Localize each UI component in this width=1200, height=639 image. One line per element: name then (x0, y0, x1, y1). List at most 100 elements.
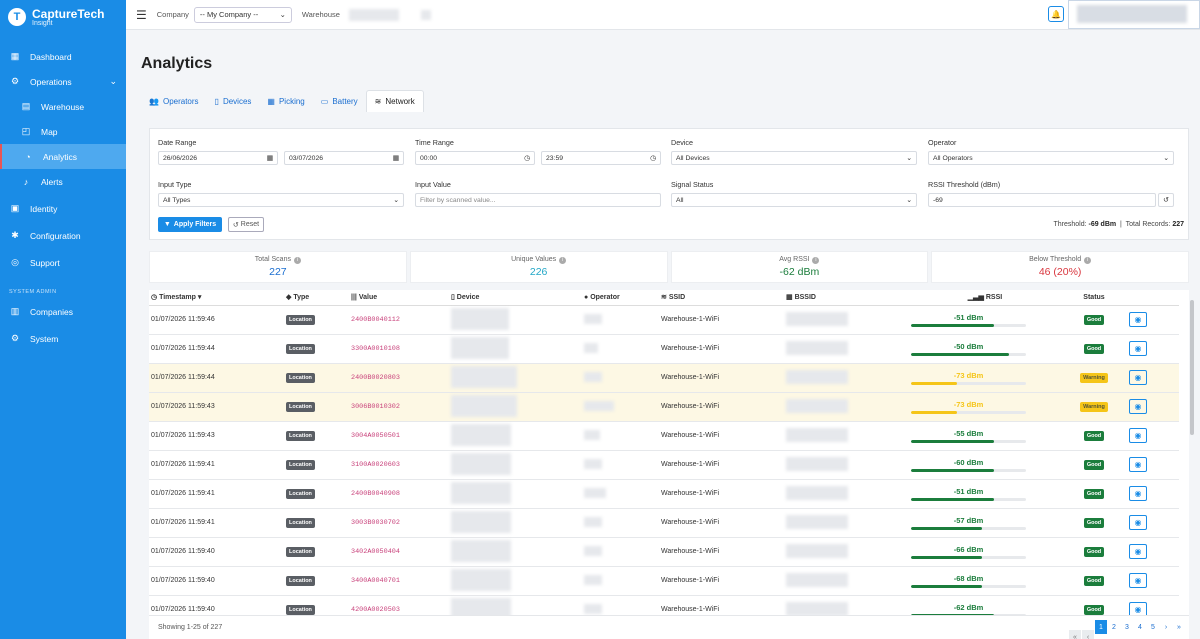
sidebar-item-alerts[interactable]: ♪ Alerts (0, 169, 126, 194)
date-from-input[interactable]: 26/06/2026 ▦ (158, 151, 278, 165)
view-details-button[interactable]: ◉ (1129, 399, 1147, 414)
rssi-bar-fill (911, 526, 983, 530)
cell-rssi: -51 dBm (909, 305, 1059, 335)
cell-status: Good (1059, 421, 1127, 451)
table-row: 01/07/2026 11:59:44 Location 3300A0010108 W… (149, 334, 1179, 364)
cell-value: 3300A0010108 (349, 334, 449, 364)
last-page-icon[interactable]: » (1173, 620, 1185, 634)
view-details-button[interactable]: ◉ (1129, 312, 1147, 327)
cell-timestamp: 01/07/2026 11:59:41 (149, 450, 284, 480)
view-details-button[interactable]: ◉ (1129, 544, 1147, 559)
view-details-button[interactable]: ◉ (1129, 515, 1147, 530)
info-icon[interactable]: i (293, 257, 301, 264)
sidebar-item-configuration[interactable]: ✱ Configuration (0, 223, 126, 248)
rssi-meter: -50 dBm (911, 342, 1026, 356)
view-details-button[interactable]: ◉ (1129, 486, 1147, 501)
brand[interactable]: T CaptureTech Insight (0, 0, 126, 34)
sidebar-item-analytics[interactable]: ◔ Analytics (0, 144, 126, 169)
cell-actions: ◉ (1127, 363, 1179, 393)
rssi-meter: -51 dBm (911, 487, 1026, 501)
tab-devices[interactable]: ▯ Devices (207, 90, 260, 112)
cell-rssi: -73 dBm (909, 363, 1059, 393)
info-icon[interactable]: i (812, 257, 820, 264)
view-details-button[interactable]: ◉ (1129, 457, 1147, 472)
input-value-field[interactable]: Filter by scanned value... (415, 193, 661, 207)
rssi-threshold-input[interactable]: -69 (928, 193, 1156, 207)
reset-button[interactable]: ↺ Reset (228, 217, 264, 232)
rssi-bar-fill (911, 323, 994, 327)
menu-icon[interactable]: ☰ (136, 8, 147, 22)
next-page-icon[interactable]: › (1160, 620, 1172, 634)
eye-icon: ◉ (1134, 576, 1142, 585)
view-details-button[interactable]: ◉ (1129, 341, 1147, 356)
sidebar-item-label: Support (30, 257, 60, 268)
tab-battery[interactable]: ▭ Battery (313, 90, 366, 112)
tab-operators[interactable]: 👥 Operators (141, 90, 207, 112)
sidebar-item-operations[interactable]: ⚙ Operations ⌄ (0, 69, 126, 94)
input-type-select[interactable]: All Types ⌄ (158, 193, 404, 207)
page-1-button[interactable]: 1 (1095, 620, 1107, 634)
cell-bssid (784, 479, 909, 509)
col-timestamp[interactable]: ◷ Timestamp ▾ (149, 290, 284, 306)
rssi-bar-track (911, 584, 1026, 588)
reset-threshold-button[interactable]: ↺ (1158, 193, 1174, 207)
cell-ssid: Warehouse-1-WiFi (659, 334, 784, 364)
cell-device (449, 363, 582, 393)
table-row: 01/07/2026 11:59:43 Location 3006B0010302 W… (149, 392, 1179, 422)
redacted-text (420, 9, 431, 20)
rssi-bar-track (911, 468, 1026, 472)
first-page-icon[interactable]: « (1069, 630, 1081, 639)
view-details-button[interactable]: ◉ (1129, 370, 1147, 385)
chevron-down-icon: ⌄ (109, 76, 117, 86)
dashboard-icon: ▦ (10, 51, 20, 61)
view-details-button[interactable]: ◉ (1129, 573, 1147, 588)
sidebar-item-companies[interactable]: ▥ Companies (0, 299, 126, 324)
date-to-value: 03/07/2026 (289, 154, 324, 162)
signal-status-select-value: All (676, 196, 684, 204)
info-icon[interactable]: i (559, 257, 567, 264)
sidebar-item-support[interactable]: ◎ Support (0, 250, 126, 275)
page-3-button[interactable]: 3 (1121, 620, 1133, 634)
rssi-bar-track (911, 323, 1026, 327)
battery-icon: ▭ (320, 96, 329, 106)
sidebar-item-warehouse[interactable]: ▤ Warehouse (0, 94, 126, 119)
user-menu[interactable] (1068, 0, 1200, 29)
date-range-label: Date Range (158, 138, 197, 147)
warehouse-select-redacted[interactable] (348, 8, 399, 21)
sidebar-item-dashboard[interactable]: ▦ Dashboard (0, 44, 126, 69)
bssid-redacted (786, 514, 848, 529)
eye-icon: ◉ (1134, 315, 1142, 324)
sidebar-item-system[interactable]: ⚙ System (0, 326, 126, 351)
operator-select[interactable]: All Operators ⌄ (928, 151, 1174, 165)
signal-status-select[interactable]: All ⌄ (671, 193, 917, 207)
sidebar-item-map[interactable]: ◰ Map (0, 119, 126, 144)
tab-picking[interactable]: ▦ Picking (259, 90, 312, 112)
bssid-redacted (786, 456, 848, 471)
tab-network[interactable]: ≋ Network (365, 90, 424, 112)
rssi-bar-track (911, 439, 1026, 443)
brand-logo-icon: T (8, 8, 26, 26)
chevron-down-icon: ⌄ (906, 155, 912, 162)
apply-filters-button[interactable]: ▼ Apply Filters (158, 217, 222, 232)
time-to-input[interactable]: 23:59 ◷ (541, 151, 661, 165)
date-to-input[interactable]: 03/07/2026 ▦ (284, 151, 404, 165)
view-details-button[interactable]: ◉ (1129, 428, 1147, 443)
info-icon[interactable]: i (1084, 257, 1092, 264)
page-2-button[interactable]: 2 (1108, 620, 1120, 634)
company-select[interactable]: -- My Company -- ⌄ (193, 6, 292, 23)
table-scrollbar[interactable] (1190, 300, 1194, 435)
stat-avg-rssi: Avg RSSI i -62 dBm (670, 251, 929, 283)
time-from-input[interactable]: 00:00 ◷ (415, 151, 535, 165)
sidebar-item-identity[interactable]: ▣ Identity (0, 196, 126, 221)
cell-value: 2400B0040908 (349, 479, 449, 509)
cell-ssid: Warehouse-1-WiFi (659, 479, 784, 509)
prev-page-icon[interactable]: ‹ (1082, 630, 1094, 639)
rssi-value: -66 dBm (953, 544, 984, 554)
device-select[interactable]: All Devices ⌄ (671, 151, 917, 165)
page-5-button[interactable]: 5 (1147, 620, 1159, 634)
page-4-button[interactable]: 4 (1134, 620, 1146, 634)
identity-icon: ▣ (10, 203, 20, 213)
notification-bell-icon[interactable]: 🔔 (1048, 6, 1064, 22)
bssid-redacted (786, 340, 848, 355)
rssi-value: -73 dBm (953, 399, 984, 409)
